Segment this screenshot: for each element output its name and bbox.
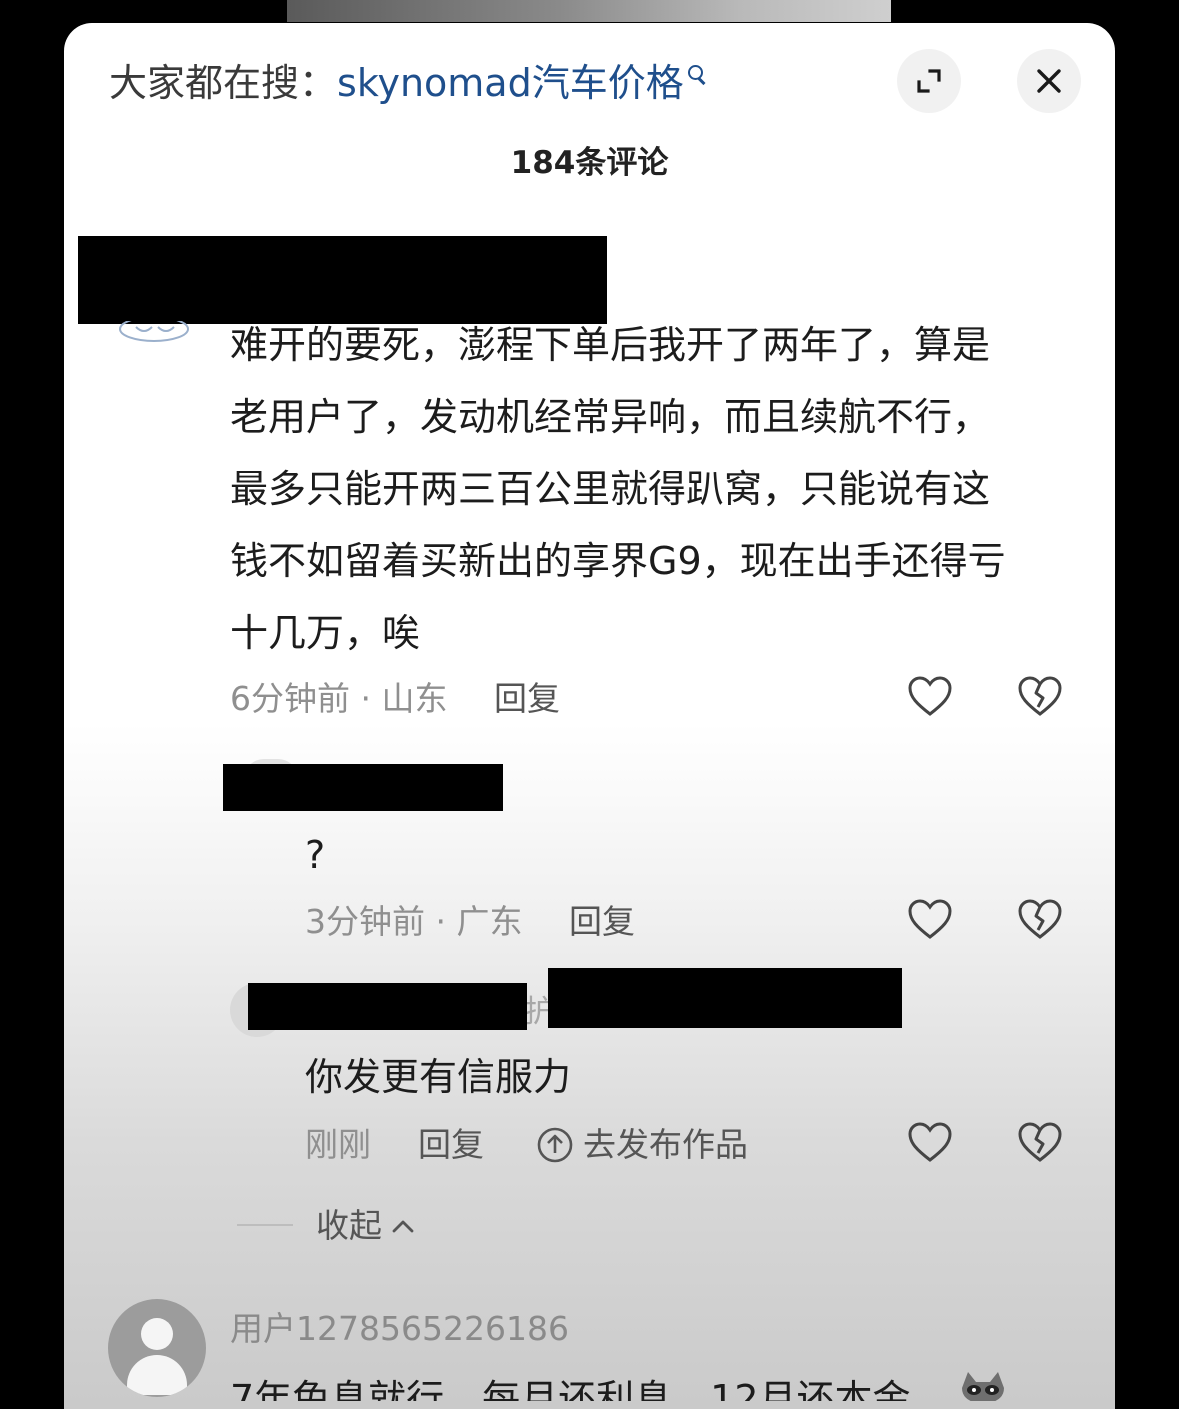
expand-button[interactable] [897,49,961,113]
comment-text-partial: 7年免息就行，每月还利息，12月还本金 [230,1377,911,1401]
reply-button[interactable]: 回复 [418,1122,484,1168]
comment-meta: 6分钟前 · 山东 [230,679,448,718]
collapse-label: 收起 [316,1206,382,1245]
heart-icon [908,676,952,716]
dislike-button[interactable] [1017,1120,1063,1166]
avatar[interactable] [116,321,192,349]
comment-text-line: 十几万，唉 [230,611,421,655]
comment-text-line: 钱不如留着买新出的享界G9，现在出手还得亏 [230,539,1006,583]
like-button[interactable] [907,1120,953,1166]
close-icon [1037,69,1061,93]
comment-text-line: 难开的要死，澎程下单后我开了两年了，算是 [230,323,991,367]
broken-heart-icon [1018,1122,1062,1162]
redacted-username [248,983,527,1030]
heart-icon [908,899,952,939]
collapse-divider [237,1224,293,1226]
comment-text: 你发更有信服力 [305,1055,572,1099]
redacted-username [223,764,503,811]
broken-heart-icon [1018,676,1062,716]
dislike-button[interactable] [1017,674,1063,720]
dislike-button[interactable] [1017,897,1063,943]
heart-icon [908,1122,952,1162]
redacted-reply-target [548,968,902,1028]
search-suggestion-term[interactable]: skynomad汽车价格 [337,61,684,105]
broken-heart-icon [1018,899,1062,939]
raccoon-emoji-icon [956,1368,1010,1401]
username[interactable]: 用户1278565226186 [230,1307,569,1351]
avatar[interactable] [108,1299,206,1397]
expand-icon [917,69,941,93]
comment-text: 难开的要死，澎程下单后我开了两年了，算是 老用户了，发动机经常异响，而且续航不行… [230,309,1100,669]
comment-count-title: 184条评论 [510,145,669,181]
search-suggestion-prefix: 大家都在搜： [109,61,338,105]
collapse-button[interactable]: 收起 [316,1203,418,1249]
upload-icon [536,1126,574,1164]
comment-meta: 3分钟前 · 广东 [305,902,523,941]
comment-text-line: 最多只能开两三百公里就得趴窝，只能说有这 [230,467,991,511]
reply-button[interactable]: 回复 [494,676,560,722]
publish-work-link[interactable]: 去发布作品 [583,1122,748,1168]
comment-text-line: 老用户了，发动机经常异响，而且续航不行， [230,395,991,439]
search-icon [684,57,710,97]
chevron-up-icon [392,1220,414,1233]
search-suggestion[interactable]: 大家都在搜：skynomad汽车价格 [109,57,710,109]
reply-button[interactable]: 回复 [569,899,635,945]
like-button[interactable] [907,674,953,720]
background-video-strip [287,0,891,22]
comments-sheet: 大家都在搜：skynomad汽车价格 184条评论 难开的要死，澎程下单后我开了… [64,23,1115,1409]
comment-text: ? [305,833,326,877]
like-button[interactable] [907,897,953,943]
close-button[interactable] [1017,49,1081,113]
comment-meta: 刚刚 [305,1125,371,1164]
